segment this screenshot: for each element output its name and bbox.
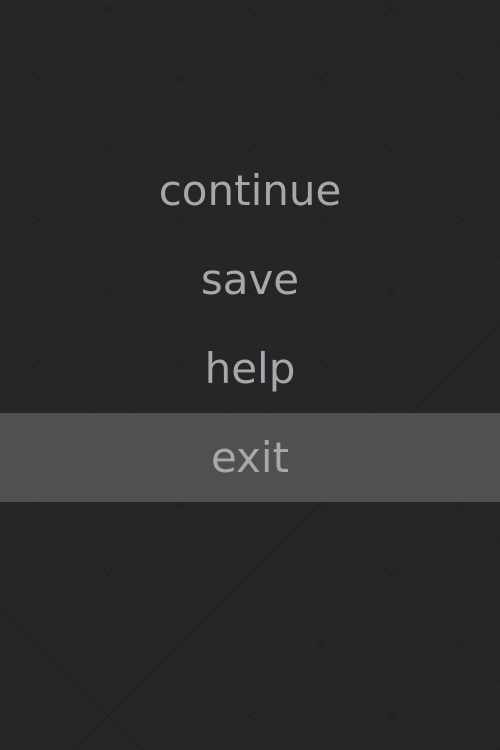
- menu-item-save[interactable]: save: [0, 235, 500, 324]
- menu-item-help[interactable]: help: [0, 324, 500, 413]
- menu-item-exit[interactable]: exit: [0, 413, 500, 502]
- menu-item-continue[interactable]: continue: [0, 146, 500, 235]
- pause-menu: continue save help exit: [0, 146, 500, 502]
- pause-menu-screen: { "menu": { "items": [ { "label": "conti…: [0, 0, 500, 750]
